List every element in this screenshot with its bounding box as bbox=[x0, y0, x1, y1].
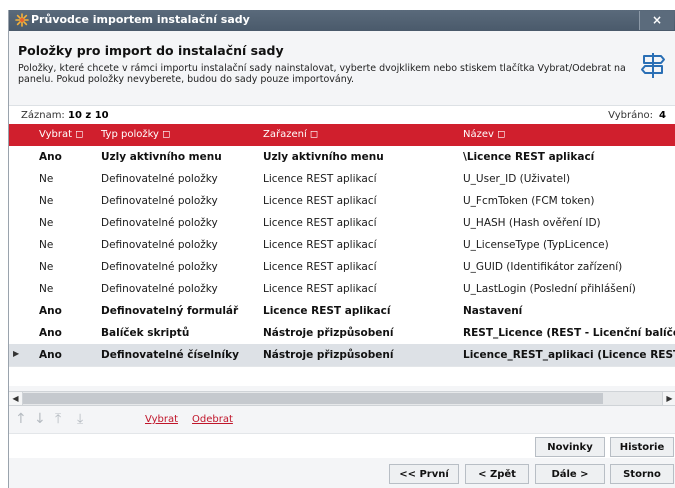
wizard-star-icon bbox=[15, 13, 29, 27]
cell-name: U_User_ID (Uživatel) bbox=[463, 173, 571, 185]
cell-category: Licence REST aplikací bbox=[263, 305, 391, 317]
table-row[interactable]: Ano Uzly aktivního menu Uzly aktivního men… bbox=[9, 146, 675, 169]
cell-category: Uzly aktivního menu bbox=[263, 151, 384, 163]
scroll-left-icon[interactable]: ◀ bbox=[9, 392, 23, 405]
scroll-right-icon[interactable]: ▶ bbox=[662, 392, 675, 405]
cell-select: Ne bbox=[39, 283, 54, 295]
move-down-icon[interactable]: ↓ bbox=[34, 411, 46, 427]
cell-name: U_LicenseType (TypLicence) bbox=[463, 239, 609, 251]
news-button[interactable]: Novinky bbox=[535, 437, 605, 457]
cell-type: Definovatelné položky bbox=[101, 217, 218, 229]
cell-type: Uzly aktivního menu bbox=[101, 151, 222, 163]
cell-category: Nástroje přizpůsobení bbox=[263, 327, 394, 339]
back-button[interactable]: < Zpět bbox=[465, 464, 529, 484]
cell-type: Definovatelný formulář bbox=[101, 305, 239, 317]
first-button-label: << První bbox=[399, 469, 449, 480]
cell-select: Ano bbox=[39, 305, 62, 317]
cell-name: REST_Licence (REST - Licenční balíček) bbox=[463, 327, 675, 339]
cell-category: Licence REST aplikací bbox=[263, 261, 377, 273]
move-up-icon[interactable]: ↑ bbox=[15, 411, 27, 427]
cell-type: Definovatelné položky bbox=[101, 283, 218, 295]
cell-name: \Licence REST aplikací bbox=[463, 151, 595, 163]
cell-name: U_HASH (Hash ověření ID) bbox=[463, 217, 601, 229]
cell-select: Ne bbox=[39, 261, 54, 273]
wizard-window: Průvodce importem instalační sady × Polo… bbox=[8, 10, 675, 488]
cell-type: Definovatelné číselníky bbox=[101, 349, 239, 361]
close-button[interactable]: × bbox=[639, 11, 674, 30]
table-row[interactable]: Ne Definovatelné položky Licence REST apli… bbox=[9, 168, 675, 191]
page-title: Položky pro import do instalační sady bbox=[18, 43, 284, 58]
table-row[interactable]: Ne Definovatelné položky Licence REST apli… bbox=[9, 256, 675, 279]
column-header-type[interactable]: Typ položky ◻ bbox=[101, 129, 170, 140]
signpost-icon bbox=[641, 53, 665, 78]
cell-name: Nastavení bbox=[463, 305, 523, 317]
cell-select: Ano bbox=[39, 327, 62, 339]
cancel-button[interactable]: Storno bbox=[610, 464, 674, 484]
move-top-icon[interactable]: ⤒ bbox=[55, 411, 61, 427]
cell-category: Nástroje přizpůsobení bbox=[263, 349, 394, 361]
cell-category: Licence REST aplikací bbox=[263, 217, 377, 229]
secondary-button-bar: Novinky Historie bbox=[9, 433, 675, 458]
cell-name: U_GUID (Identifikátor zařízení) bbox=[463, 261, 623, 273]
next-button[interactable]: Dále > bbox=[535, 464, 605, 484]
table-row[interactable]: Ano Definovatelný formulář Licence REST ap… bbox=[9, 300, 675, 323]
remove-link[interactable]: Odebrat bbox=[192, 414, 233, 425]
grid-toolbar: ↑ ↓ ⤒ ⤓ Vybrat Odebrat bbox=[9, 409, 675, 431]
cell-select: Ne bbox=[39, 173, 54, 185]
cell-type: Definovatelné položky bbox=[101, 195, 218, 207]
cell-name: Licence_REST_aplikaci (Licence REST ap bbox=[463, 349, 675, 361]
scroll-thumb[interactable] bbox=[23, 393, 603, 404]
table-row[interactable]: Ano Balíček skriptů Nástroje přizpůsobení R… bbox=[9, 322, 675, 345]
title-bar[interactable]: Průvodce importem instalační sady × bbox=[9, 10, 675, 31]
cell-type: Definovatelné položky bbox=[101, 261, 218, 273]
table-row[interactable]: Ne Definovatelné položky Licence REST apli… bbox=[9, 234, 675, 257]
move-bottom-icon[interactable]: ⤓ bbox=[77, 411, 83, 427]
items-grid[interactable]: Vybrat ◻ Typ položky ◻ Zařazení ◻ Název … bbox=[9, 124, 675, 386]
select-link[interactable]: Vybrat bbox=[145, 414, 178, 425]
cell-type: Definovatelné položky bbox=[101, 239, 218, 251]
column-header-name[interactable]: Název ◻ bbox=[463, 129, 505, 140]
cell-type: Definovatelné položky bbox=[101, 173, 218, 185]
horizontal-scrollbar[interactable]: ◀ ▶ bbox=[9, 391, 675, 406]
cell-name: U_FcmToken (FCM token) bbox=[463, 195, 595, 207]
cell-select: Ne bbox=[39, 239, 54, 251]
cell-category: Licence REST aplikací bbox=[263, 283, 377, 295]
column-header-select[interactable]: Vybrat ◻ bbox=[39, 129, 83, 140]
selected-count: Vybráno: 4 bbox=[608, 110, 666, 121]
table-row[interactable]: Ne Definovatelné položky Licence REST apli… bbox=[9, 212, 675, 235]
history-button[interactable]: Historie bbox=[610, 437, 674, 457]
table-row[interactable]: Ne Definovatelné položky Licence REST apli… bbox=[9, 190, 675, 213]
record-info-bar: Záznam: 10 z 10 Vybráno: 4 bbox=[9, 105, 675, 125]
wizard-header: Položky pro import do instalační sady Po… bbox=[9, 31, 675, 98]
table-row[interactable]: Ne Definovatelné položky Licence REST apli… bbox=[9, 278, 675, 301]
navigation-button-bar: << První < Zpět Dále > Storno bbox=[9, 459, 675, 488]
cell-select: Ne bbox=[39, 217, 54, 229]
row-pointer-icon: ▶ bbox=[13, 349, 20, 358]
grid-header: Vybrat ◻ Typ položky ◻ Zařazení ◻ Název … bbox=[9, 124, 675, 146]
window-title: Průvodce importem instalační sady bbox=[31, 13, 250, 26]
cell-name: U_LastLogin (Poslední přihlášení) bbox=[463, 283, 636, 295]
cell-select: Ne bbox=[39, 195, 54, 207]
cell-select: Ano bbox=[39, 349, 62, 361]
cell-category: Licence REST aplikací bbox=[263, 195, 377, 207]
cell-category: Licence REST aplikací bbox=[263, 239, 377, 251]
cell-category: Licence REST aplikací bbox=[263, 173, 377, 185]
page-description: Položky, které chcete v rámci importu in… bbox=[18, 63, 626, 85]
cell-select: Ano bbox=[39, 151, 62, 163]
first-button[interactable]: << První bbox=[389, 464, 459, 484]
table-row[interactable]: ▶ Ano Definovatelné číselníky Nástroje přiz… bbox=[9, 344, 675, 367]
record-count: Záznam: 10 z 10 bbox=[21, 110, 109, 121]
cell-type: Balíček skriptů bbox=[101, 327, 190, 339]
column-header-category[interactable]: Zařazení ◻ bbox=[263, 129, 318, 140]
